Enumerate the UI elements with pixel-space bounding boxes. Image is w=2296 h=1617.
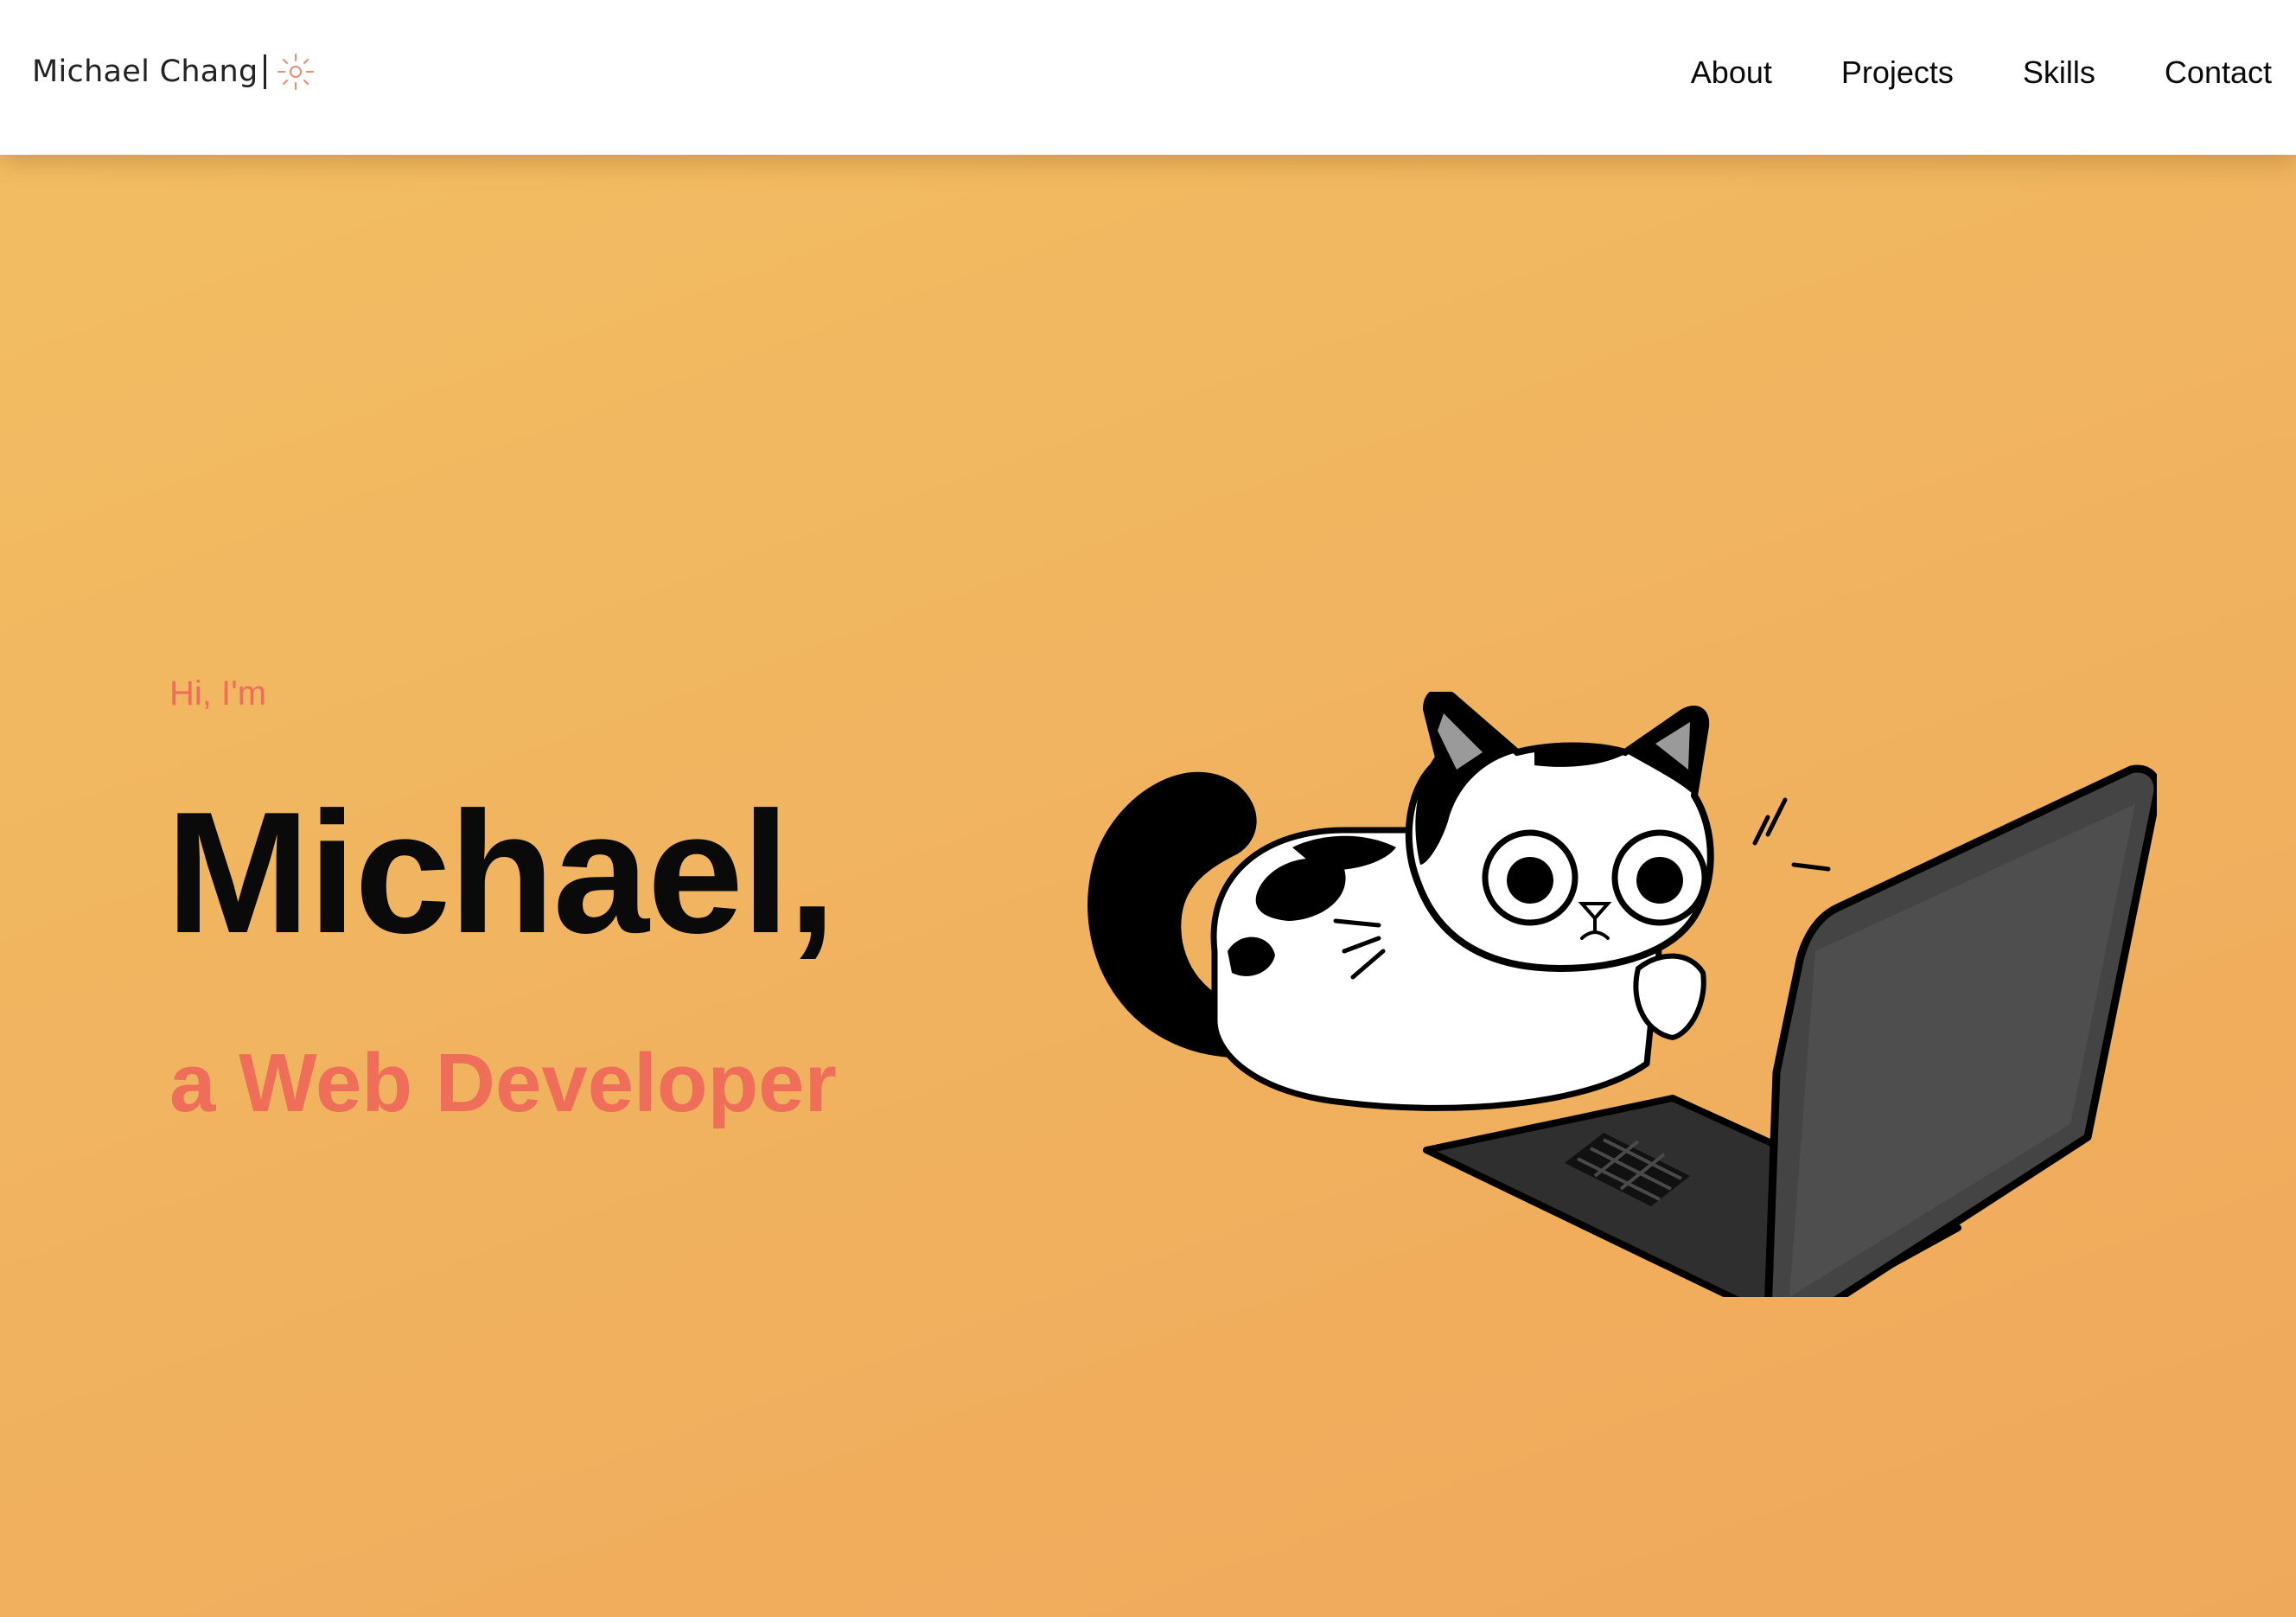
nav-link-about[interactable]: About bbox=[1691, 52, 1772, 93]
nav-link-skills[interactable]: Skills bbox=[2023, 52, 2095, 93]
hero-role: a Web Developer bbox=[169, 1037, 837, 1129]
cat-on-laptop-illustration bbox=[1087, 692, 2157, 1297]
hero-greeting: Hi, I'm bbox=[169, 674, 267, 713]
typing-cursor bbox=[263, 54, 266, 89]
brand-logo[interactable]: Michael Chang bbox=[32, 50, 316, 93]
top-navbar: Michael Chang About Projects Skills Cont… bbox=[0, 0, 2296, 155]
nav-link-projects[interactable]: Projects bbox=[1841, 52, 1954, 93]
brand-name: Michael Chang bbox=[32, 54, 258, 89]
nav-link-contact[interactable]: Contact bbox=[2165, 52, 2272, 93]
nav-links: About Projects Skills Contact bbox=[1622, 52, 2272, 93]
hero-name: Michael, bbox=[166, 777, 836, 969]
sun-icon bbox=[277, 54, 314, 90]
